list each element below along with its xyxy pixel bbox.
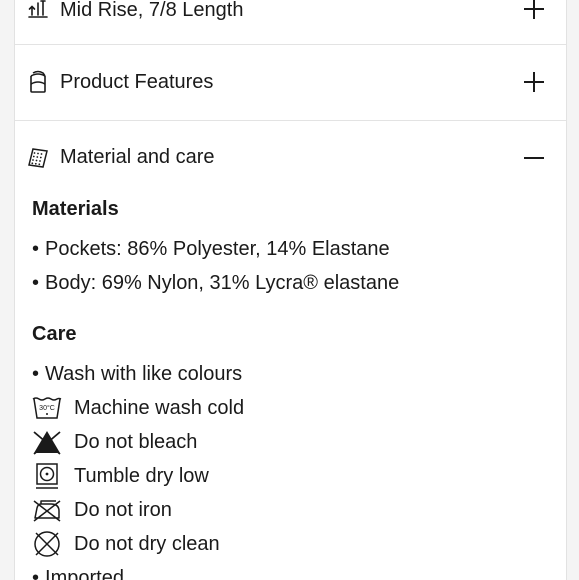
product-details-panel: Mid Rise, 7/8 Length Product Features Ma…	[14, 0, 567, 580]
bullet-dot: •	[32, 238, 40, 260]
materials-list-item: • Body: 69% Nylon, 31% Lycra® elastane	[32, 266, 552, 300]
care-list-item: • Wash with like colours	[32, 357, 552, 391]
wash-temp-label: 30°C	[39, 404, 55, 412]
accordion-item-label: Mid Rise, 7/8 Length	[60, 0, 244, 21]
care-symbol-row: Do not dry clean	[32, 527, 552, 561]
care-symbol-row: Tumble dry low	[32, 459, 552, 493]
expand-plus-icon[interactable]	[522, 70, 546, 94]
care-heading: Care	[32, 323, 77, 345]
expand-plus-icon[interactable]	[522, 0, 546, 21]
bullet-dot: •	[32, 567, 40, 580]
tumble-dry-low-icon	[32, 462, 62, 490]
rise-length-icon	[27, 0, 49, 19]
do-not-iron-icon	[32, 496, 62, 524]
bullet-dot: •	[32, 272, 40, 294]
accordion-item-label: Product Features	[60, 71, 214, 93]
care-symbol-label: Do not bleach	[74, 430, 198, 453]
materials-text: Pockets: 86% Polyester, 14% Elastane	[45, 238, 390, 260]
care-symbol-label: Machine wash cold	[74, 396, 245, 419]
accordion-item-product-features[interactable]: Product Features	[15, 45, 566, 121]
collapse-minus-icon[interactable]	[522, 146, 546, 170]
materials-list-item: • Pockets: 86% Polyester, 14% Elastane	[32, 232, 552, 266]
fabric-swatch-icon	[27, 147, 49, 169]
accordion-item-label: Material and care	[60, 146, 215, 168]
care-text: Imported	[45, 567, 124, 580]
care-symbol-label: Tumble dry low	[74, 464, 209, 487]
care-symbol-row: Do not iron	[32, 493, 552, 527]
accordion-item-material-care[interactable]: Material and care	[15, 121, 566, 195]
do-not-bleach-icon	[32, 428, 62, 456]
bullet-dot: •	[32, 363, 40, 385]
material-care-content: Materials • Pockets: 86% Polyester, 14% E…	[32, 192, 552, 580]
materials-heading: Materials	[32, 198, 119, 220]
accordion-item-rise-length[interactable]: Mid Rise, 7/8 Length	[15, 0, 566, 45]
care-symbol-row: Do not bleach	[32, 425, 552, 459]
care-text: Wash with like colours	[45, 363, 243, 385]
care-symbol-label: Do not iron	[74, 498, 172, 521]
care-list-item: • Imported	[32, 561, 552, 580]
care-symbol-row: 30°C Machine wash cold	[32, 391, 552, 425]
machine-wash-30c-icon: 30°C	[32, 394, 62, 422]
product-features-icon	[27, 70, 49, 93]
materials-text: Body: 69% Nylon, 31% Lycra® elastane	[45, 272, 400, 294]
care-symbol-label: Do not dry clean	[74, 532, 220, 555]
do-not-dry-clean-icon	[32, 530, 62, 558]
